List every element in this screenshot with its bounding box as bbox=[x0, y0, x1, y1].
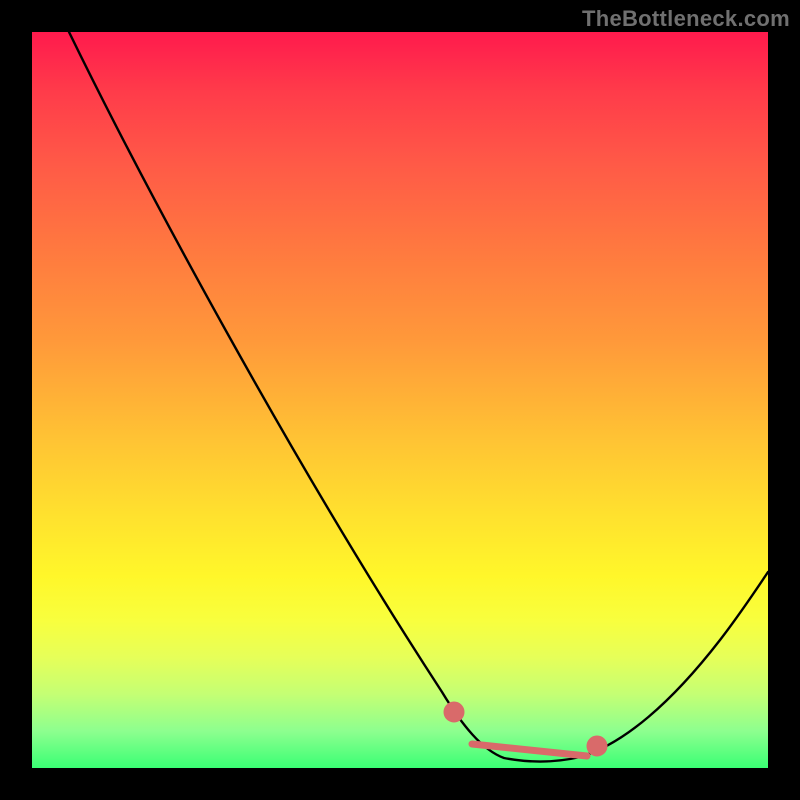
bottleneck-curve bbox=[69, 32, 768, 762]
curve-layer bbox=[32, 32, 768, 768]
watermark-text: TheBottleneck.com bbox=[582, 6, 790, 32]
chart-frame: TheBottleneck.com bbox=[0, 0, 800, 800]
plot-area bbox=[32, 32, 768, 768]
